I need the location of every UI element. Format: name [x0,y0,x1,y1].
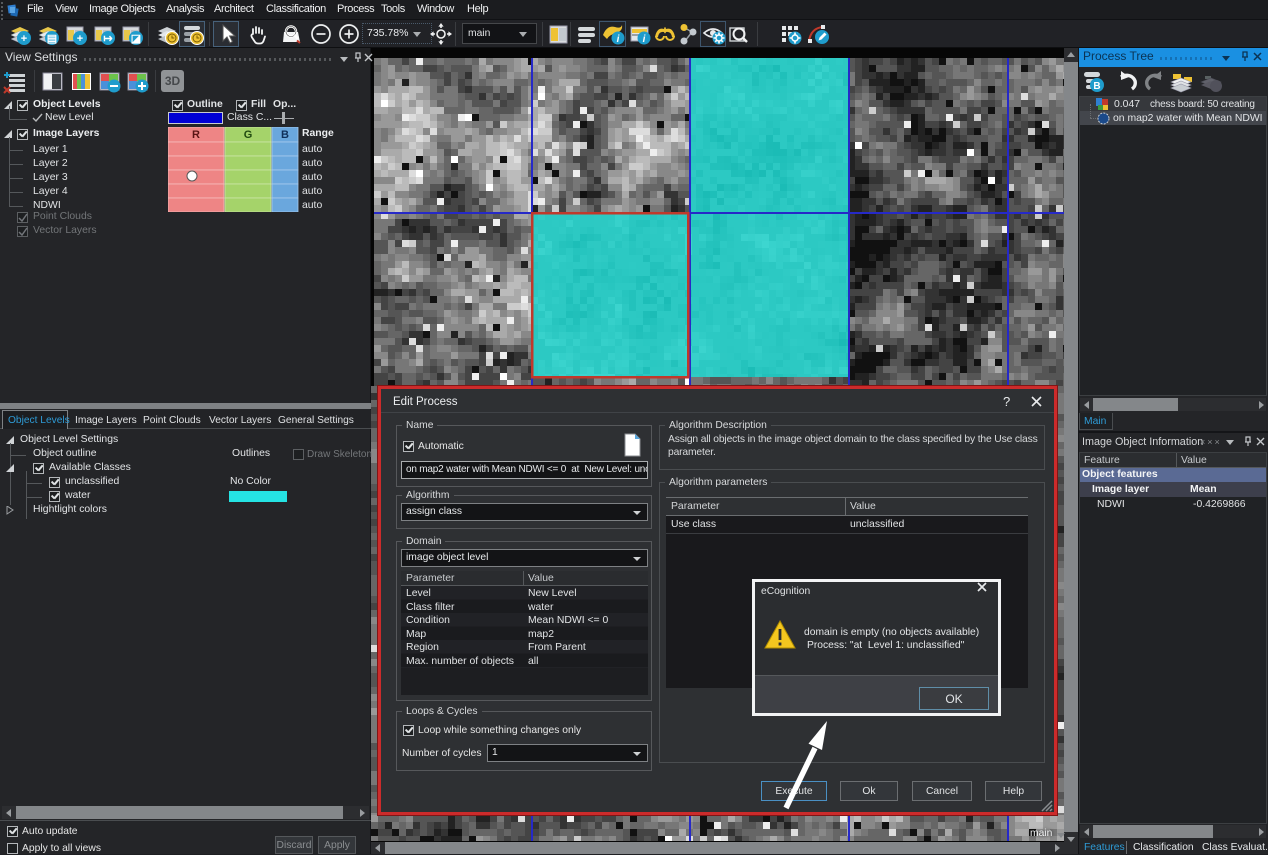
svg-text:R: R [192,129,200,141]
svg-text:B: B [281,129,289,141]
svg-text:B: B [1093,81,1100,92]
svg-text:G: G [244,129,253,141]
